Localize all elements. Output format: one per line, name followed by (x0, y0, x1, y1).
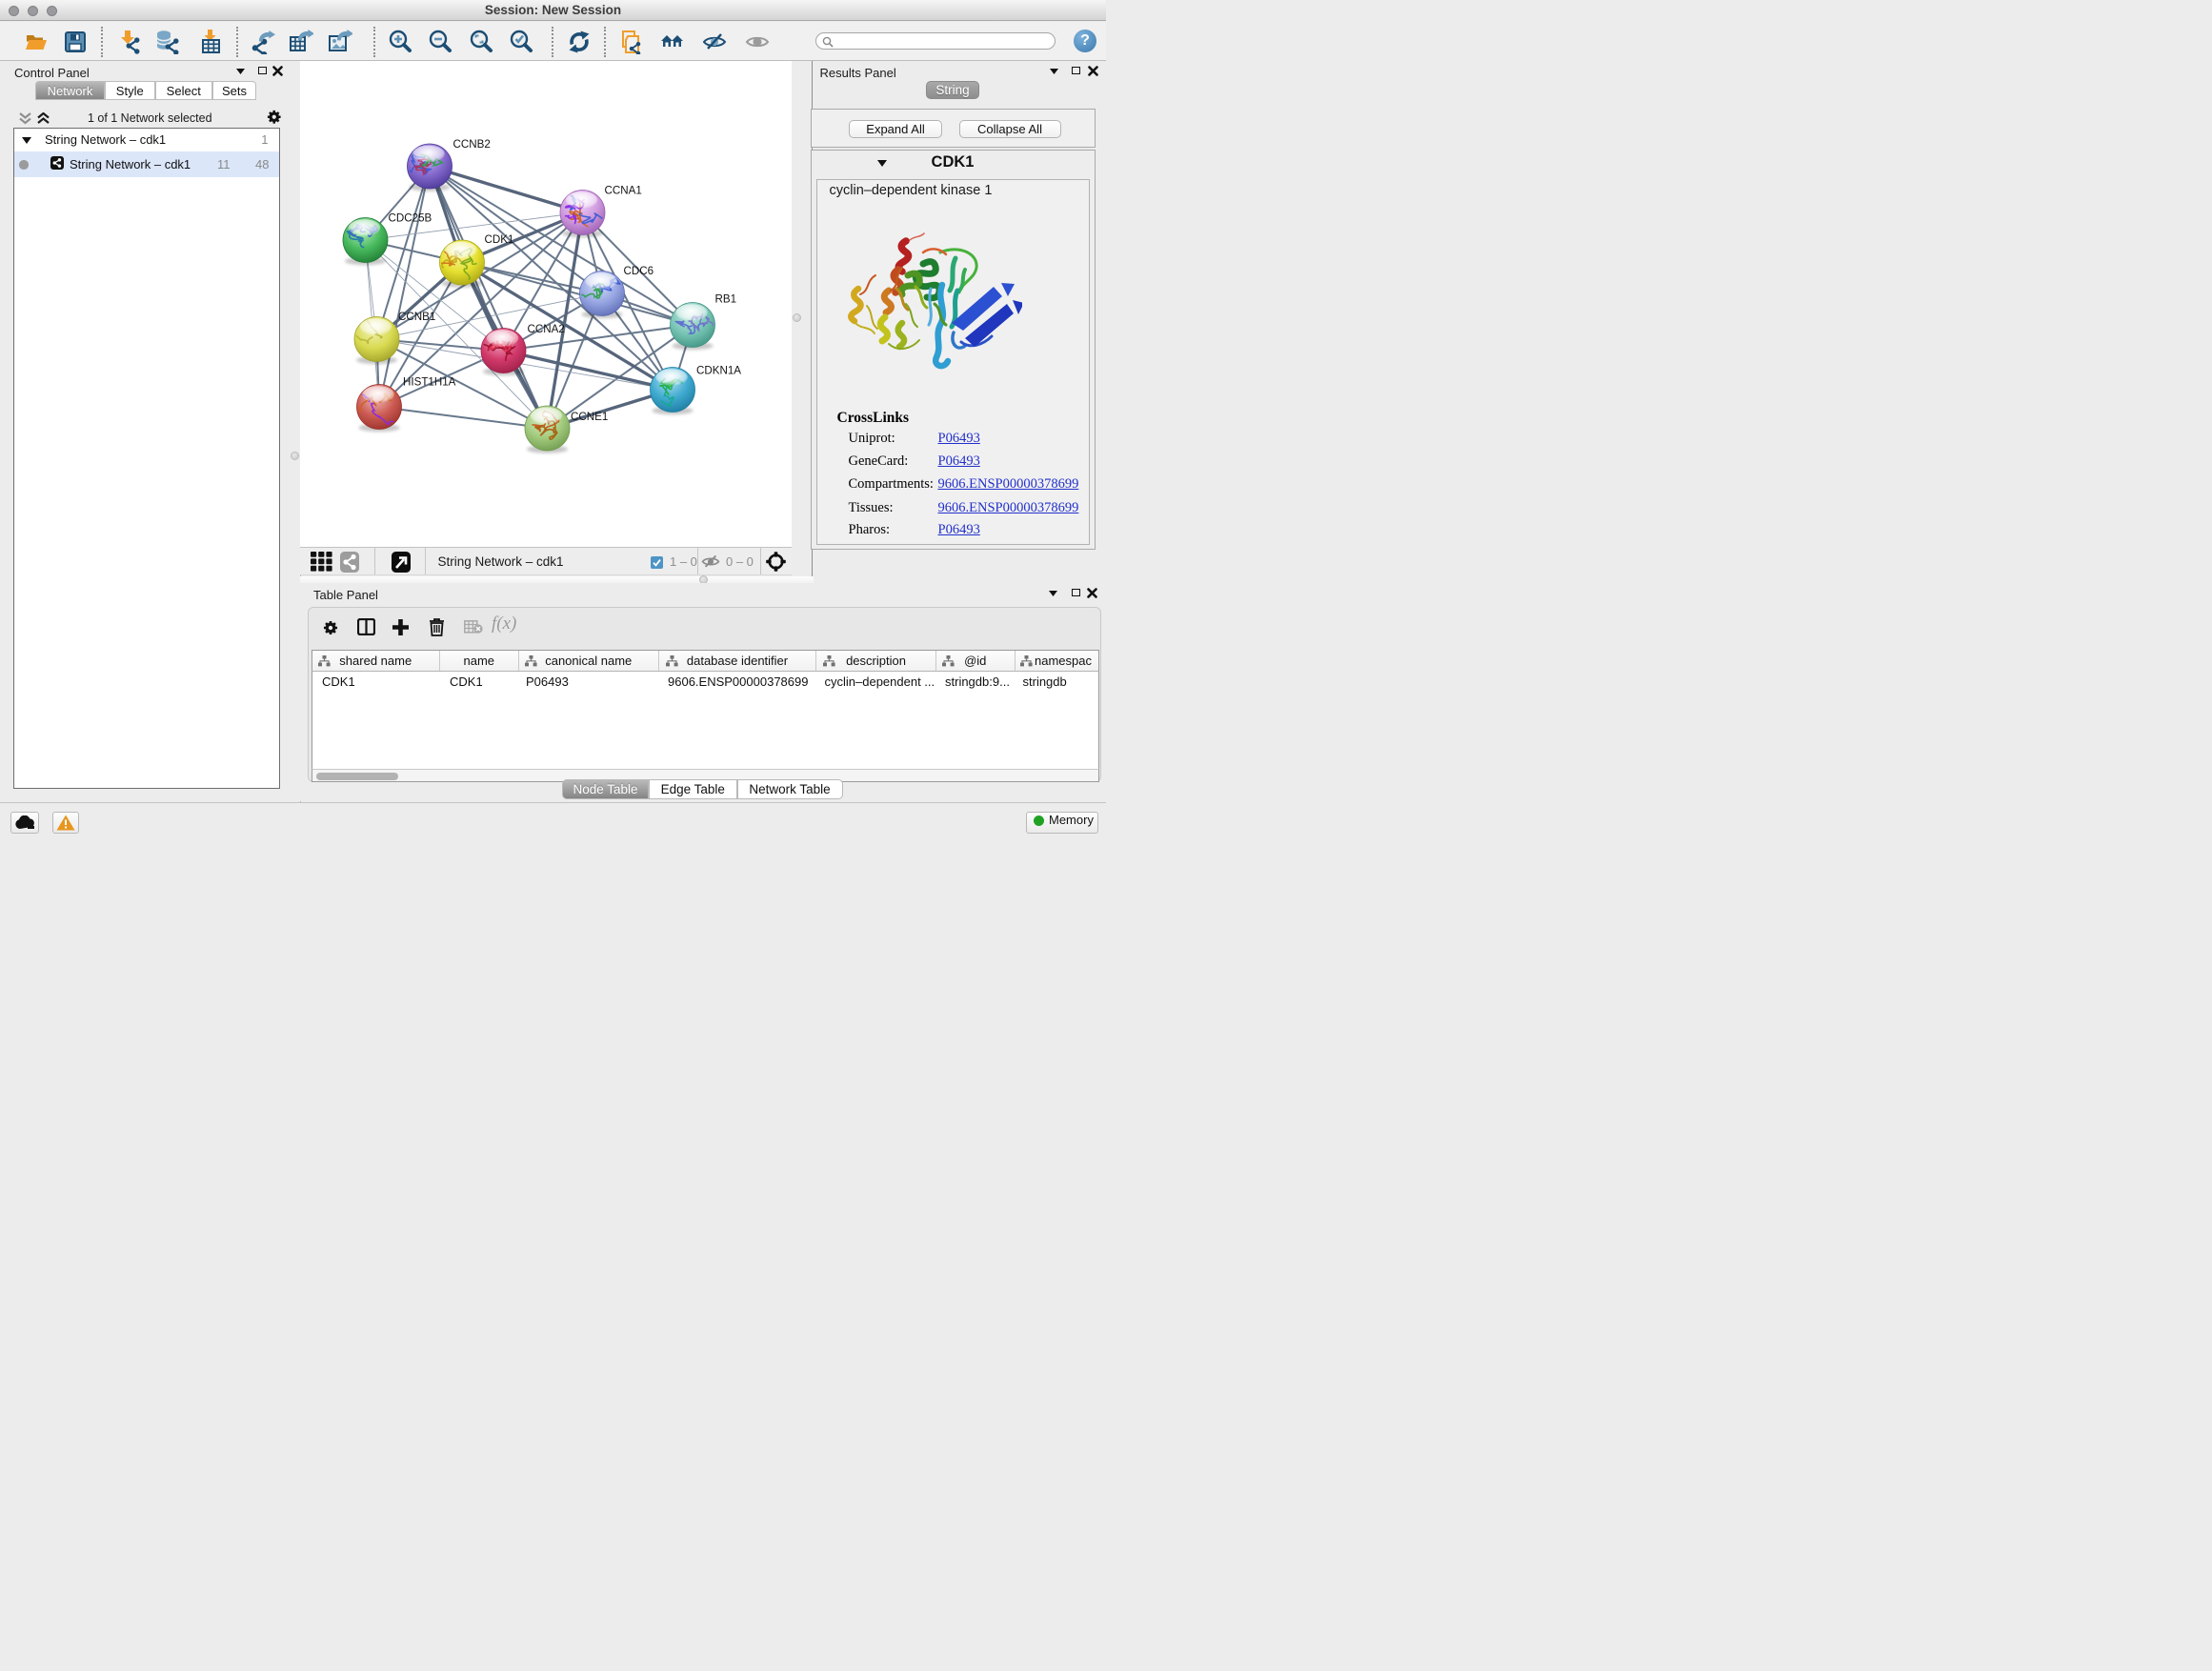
svg-text:CDC25B: CDC25B (389, 212, 432, 225)
svg-text:CCNE1: CCNE1 (571, 411, 608, 423)
svg-text:CDK1: CDK1 (485, 233, 514, 246)
svg-text:HIST1H1A: HIST1H1A (403, 376, 456, 389)
svg-text:CDKN1A: CDKN1A (696, 365, 741, 377)
svg-text:CDC6: CDC6 (624, 265, 654, 277)
svg-text:CCNB2: CCNB2 (453, 138, 491, 151)
svg-text:CCNB1: CCNB1 (398, 311, 435, 323)
svg-text:CCNA2: CCNA2 (528, 323, 565, 335)
svg-text:CCNA1: CCNA1 (605, 185, 642, 197)
svg-text:RB1: RB1 (715, 293, 737, 306)
